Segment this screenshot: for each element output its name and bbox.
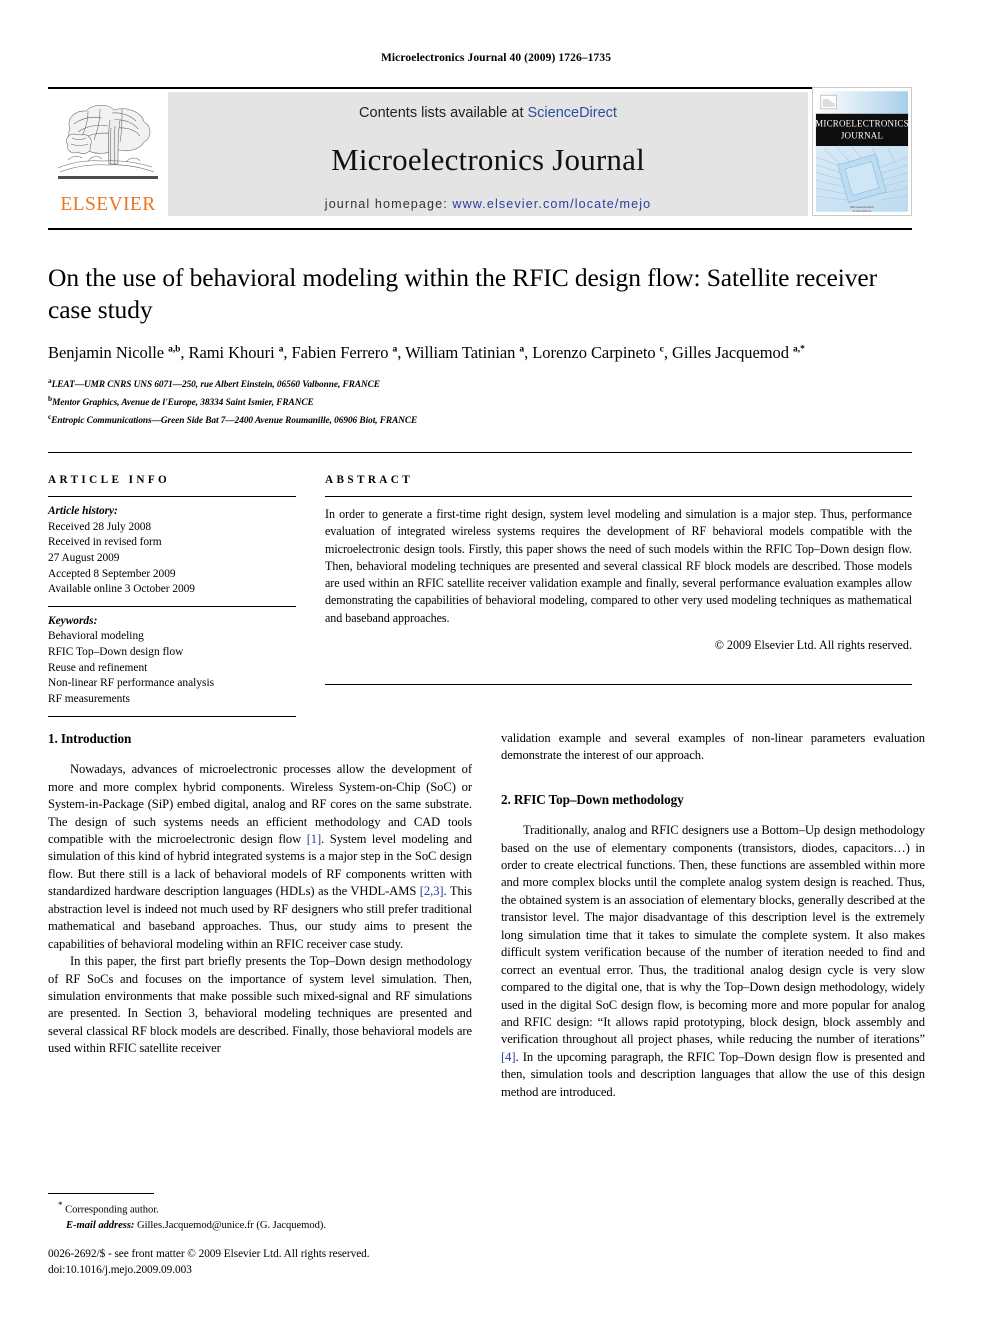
- header-rule-bottom: [48, 228, 912, 230]
- elsevier-logo: ELSEVIER: [48, 92, 168, 216]
- elsevier-wordmark: ELSEVIER: [60, 193, 156, 215]
- journal-masthead: ELSEVIER Contents lists available at Sci…: [48, 87, 912, 216]
- page-title: On the use of behavioral modeling within…: [48, 263, 877, 325]
- corresponding-author-text: Corresponding author.: [65, 1204, 159, 1216]
- section-heading-rfic-topdown: 2. RFIC Top–Down methodology: [501, 791, 684, 807]
- masthead-center-band: Contents lists available at ScienceDirec…: [168, 92, 808, 216]
- affiliation-c: cEntropic Communications—Green Side Bat …: [48, 411, 916, 429]
- homepage-url-link[interactable]: www.elsevier.com/locate/mejo: [452, 197, 651, 211]
- footnote-block: * Corresponding author. E-mail address: …: [48, 1199, 472, 1233]
- citation-ref-1[interactable]: [1]: [307, 832, 322, 846]
- keyword-item: RFIC Top–Down design flow: [48, 646, 184, 658]
- asterisk-icon: *: [58, 1200, 63, 1210]
- homepage-prefix: journal homepage:: [324, 197, 453, 211]
- history-item: Received in revised form: [48, 536, 162, 549]
- keywords-label: Keywords:: [48, 614, 98, 627]
- info-band-rule-top: [48, 452, 912, 453]
- footnote-rule: [48, 1193, 154, 1194]
- paragraph-text: Traditionally, analog and RFIC designers…: [501, 823, 925, 1047]
- affiliation-a: aLEAT—UMR CNRS UNS 6071—250, rue Albert …: [48, 375, 916, 393]
- title-block: On the use of behavioral modeling within…: [48, 262, 916, 429]
- keyword-item: Behavioral modeling: [48, 630, 144, 643]
- keyword-item: Reuse and refinement: [48, 661, 148, 674]
- affiliation-b: bMentor Graphics, Avenue de l'Europe, 38…: [48, 393, 916, 411]
- header-rule-top: [48, 87, 912, 89]
- svg-text:ScienceDirect: ScienceDirect: [853, 209, 872, 213]
- paper-page: Microelectronics Journal 40 (2009) 1726–…: [0, 0, 992, 1323]
- corresponding-author-note: * Corresponding author.: [48, 1199, 472, 1218]
- history-item: Available online 3 October 2009: [48, 583, 195, 596]
- email-value[interactable]: Gilles.Jacquemod@unice.fr (G. Jacquemod)…: [137, 1220, 326, 1231]
- affiliation-text-a: LEAT—UMR CNRS UNS 6071—250, rue Albert E…: [51, 379, 380, 390]
- citation-ref-4[interactable]: [4]: [501, 1050, 516, 1064]
- paragraph-continuation: validation example and several examples …: [501, 731, 925, 763]
- affiliation-text-b: Mentor Graphics, Avenue de l'Europe, 383…: [52, 397, 314, 408]
- history-item: Accepted 8 September 2009: [48, 567, 176, 580]
- affiliation-text-c: Entropic Communications—Green Side Bat 7…: [51, 415, 418, 426]
- contents-prefix: Contents lists available at: [359, 105, 528, 121]
- svg-text:JOURNAL: JOURNAL: [841, 130, 883, 140]
- paragraph-text: . In the upcoming paragraph, the RFIC To…: [501, 1049, 925, 1099]
- keyword-item: Non-linear RF performance analysis: [48, 677, 215, 690]
- sciencedirect-link[interactable]: ScienceDirect: [528, 105, 617, 121]
- article-history-label: Article history:: [48, 505, 118, 517]
- running-head: Microelectronics Journal 40 (2009) 1726–…: [380, 52, 612, 64]
- abstract-block: ABSTRACT In order to generate a first-ti…: [325, 474, 912, 653]
- abstract-copyright: © 2009 Elsevier Ltd. All rights reserved…: [714, 637, 912, 652]
- keywords-group: Keywords: Behavioral modeling RFIC Top–D…: [48, 607, 296, 708]
- journal-cover-thumbnail: MICROELECTRONICS JOURNAL Microelectronic…: [812, 87, 912, 216]
- paragraph: Traditionally, analog and RFIC designers…: [501, 822, 925, 1101]
- doi-line[interactable]: doi:10.1016/j.mejo.2009.09.003: [48, 1263, 518, 1279]
- elsevier-tree-icon: [52, 97, 164, 194]
- history-item: Received 28 July 2008: [48, 520, 152, 533]
- body-column-left: 1. Introduction Nowadays, advances of mi…: [48, 730, 472, 1058]
- author-list: Benjamin Nicolle a,b, Rami Khouri a, Fab…: [48, 343, 805, 363]
- issn-front-matter: 0026-2692/$ - see front matter © 2009 El…: [48, 1248, 370, 1260]
- abstract-heading: ABSTRACT: [325, 474, 414, 486]
- keywords-divider-bottom: [48, 715, 296, 717]
- front-matter-block: 0026-2692/$ - see front matter © 2009 El…: [48, 1247, 518, 1279]
- body-column-right: validation example and several examples …: [501, 730, 925, 1101]
- citation-ref-2-3[interactable]: [2,3]: [420, 884, 444, 898]
- affiliation-list: aLEAT—UMR CNRS UNS 6071—250, rue Albert …: [48, 375, 916, 429]
- journal-title: Microelectronics Journal: [331, 142, 645, 177]
- article-history-group: Article history: Received 28 July 2008 R…: [48, 497, 296, 598]
- keyword-item: RF measurements: [48, 692, 130, 705]
- svg-text:MICROELECTRONICS: MICROELECTRONICS: [815, 119, 909, 129]
- paragraph: In this paper, the first part briefly pr…: [48, 954, 472, 1056]
- email-note: E-mail address: Gilles.Jacquemod@unice.f…: [48, 1218, 472, 1233]
- email-label: E-mail address:: [66, 1219, 135, 1231]
- section-heading-introduction: 1. Introduction: [48, 731, 132, 746]
- contents-available-line: Contents lists available at ScienceDirec…: [359, 105, 617, 121]
- info-band-rule-bottom: [325, 684, 912, 685]
- article-info-heading: ARTICLE INFO: [48, 474, 171, 486]
- article-info-block: ARTICLE INFO Article history: Received 2…: [48, 474, 296, 717]
- journal-homepage-line: journal homepage: www.elsevier.com/locat…: [325, 197, 651, 211]
- paragraph: Nowadays, advances of microelectronic pr…: [48, 761, 472, 953]
- history-item: 27 August 2009: [48, 551, 120, 564]
- abstract-text: In order to generate a first-time right …: [325, 507, 912, 625]
